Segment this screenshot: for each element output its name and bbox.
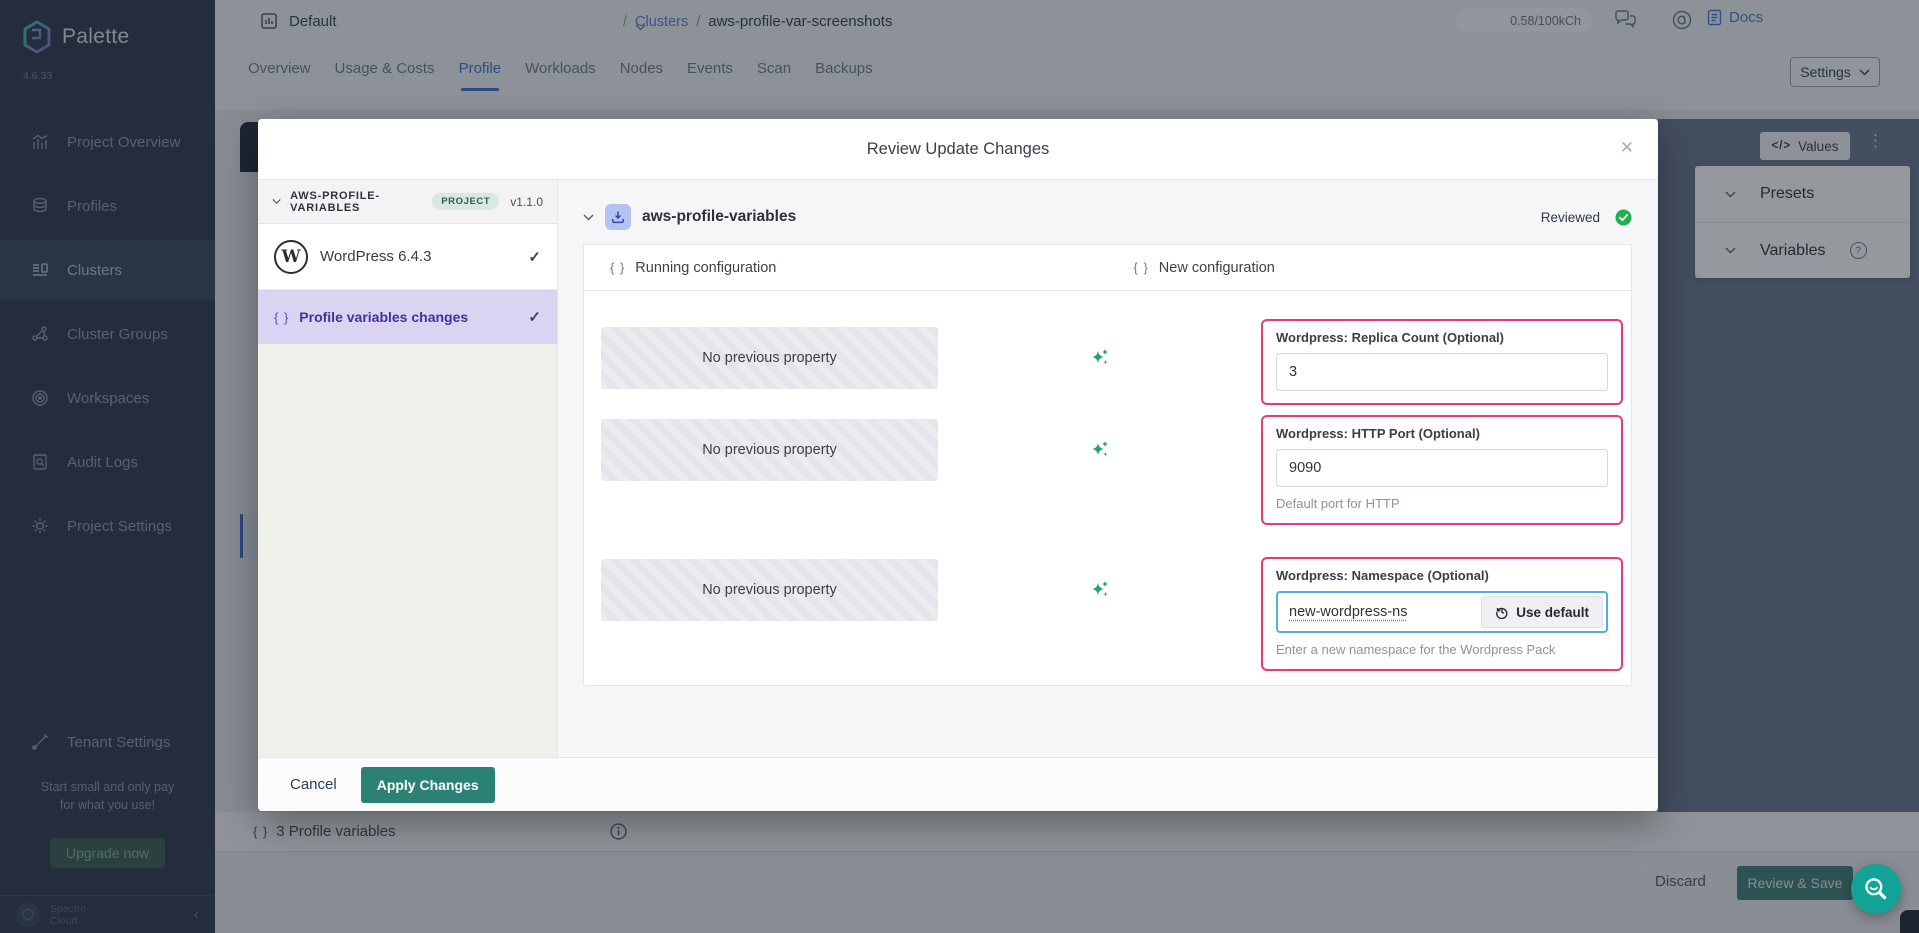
check-icon: ✓ [528,248,541,266]
sparkle-icon [1090,439,1110,459]
modal-left-panel: AWS-PROFILE-VARIABLES PROJECT v1.1.0 W W… [258,180,558,757]
modal-title: Review Update Changes [867,140,1050,159]
change-indicator [938,439,1261,459]
profile-name: AWS-PROFILE-VARIABLES [290,190,423,214]
apply-changes-button[interactable]: Apply Changes [361,767,495,803]
configuration-diff-card: { } Running configuration { } New config… [583,244,1632,686]
diff-row-replica-count: No previous property Wordpress: Replica … [584,319,1631,405]
reviewed-check-icon [1615,209,1632,226]
change-indicator [938,347,1261,367]
sparkle-icon [1090,347,1110,367]
diff-row-namespace: No previous property Wordpress: Namespac… [584,557,1631,671]
field-helper: Default port for HTTP [1276,496,1608,511]
no-previous-property: No previous property [601,419,938,481]
field-label: Wordpress: Namespace (Optional) [1276,568,1608,583]
sparkle-icon [1090,579,1110,599]
pack-label: WordPress 6.4.3 [320,248,516,265]
review-update-changes-modal: Review Update Changes ✕ AWS-PROFILE-VARI… [258,119,1658,811]
braces-icon: { } [274,310,289,325]
no-previous-property: No previous property [601,327,938,389]
use-default-button[interactable]: Use default [1481,596,1603,628]
field-helper: Enter a new namespace for the Wordpress … [1276,642,1608,657]
profile-version: v1.1.0 [510,195,543,209]
braces-icon: { } [610,260,625,275]
pack-variables-icon [605,204,631,230]
support-search-fab[interactable] [1851,864,1901,914]
modal-header: Review Update Changes ✕ [258,119,1658,179]
left-panel-filler [258,344,557,757]
profile-variables-item[interactable]: { } Profile variables changes ✓ [258,290,557,344]
scope-badge: PROJECT [432,193,499,210]
magnifier-smile-icon [1863,876,1889,902]
no-previous-property: No previous property [601,559,938,621]
braces-icon: { } [1134,260,1149,275]
section-header: aws-profile-variables Reviewed [583,204,1632,230]
reviewed-status: Reviewed [1541,210,1600,225]
namespace-input[interactable]: new-wordpress-ns Use default [1276,591,1608,633]
close-icon[interactable]: ✕ [1620,138,1634,158]
wordpress-logo-icon: W [274,240,308,274]
use-default-label: Use default [1516,605,1589,620]
pack-item-wordpress[interactable]: W WordPress 6.4.3 ✓ [258,224,557,290]
field-label: Wordpress: Replica Count (Optional) [1276,330,1608,345]
field-http-port: Wordpress: HTTP Port (Optional) Default … [1261,415,1623,525]
profile-header-row[interactable]: AWS-PROFILE-VARIABLES PROJECT v1.1.0 [258,180,557,224]
section-name: aws-profile-variables [642,208,1530,226]
chevron-down-icon[interactable] [583,214,594,221]
modal-footer: Cancel Apply Changes [258,757,1658,811]
namespace-value[interactable]: new-wordpress-ns [1278,593,1478,631]
field-replica-count: Wordpress: Replica Count (Optional) [1261,319,1623,405]
chevron-down-icon [272,198,281,205]
http-port-input[interactable] [1276,449,1608,487]
profile-variables-label: Profile variables changes [299,309,518,325]
new-configuration-header: { } New configuration [1108,245,1632,290]
field-label: Wordpress: HTTP Port (Optional) [1276,426,1608,441]
change-indicator [938,579,1261,599]
modal-right-panel: aws-profile-variables Reviewed { } Runni… [558,180,1658,757]
running-configuration-header: { } Running configuration [584,245,1108,290]
history-icon [1495,605,1509,619]
check-icon: ✓ [528,308,541,326]
replica-count-input[interactable] [1276,353,1608,391]
diff-column-headers: { } Running configuration { } New config… [584,245,1631,291]
diff-row-http-port: No previous property Wordpress: HTTP Por… [584,415,1631,525]
cancel-button[interactable]: Cancel [290,776,337,793]
field-namespace: Wordpress: Namespace (Optional) new-word… [1261,557,1623,671]
